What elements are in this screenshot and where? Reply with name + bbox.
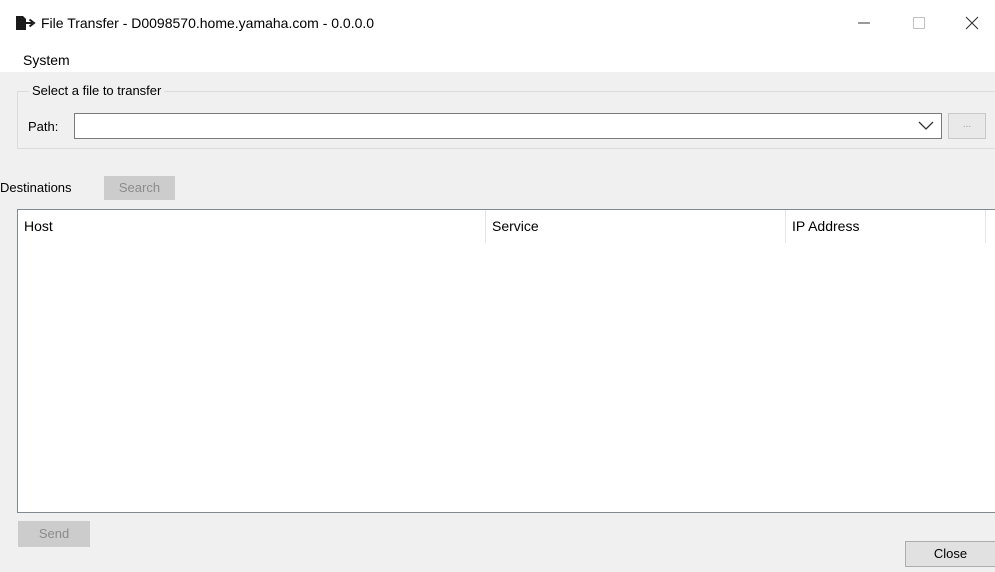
path-label: Path: — [28, 119, 59, 134]
browse-button[interactable]: ... — [948, 113, 986, 139]
path-combobox[interactable] — [74, 113, 942, 139]
file-transfer-icon — [15, 15, 37, 31]
search-button[interactable]: Search — [104, 176, 175, 200]
column-header-host[interactable]: Host — [18, 210, 486, 243]
minimize-icon — [858, 17, 870, 32]
file-select-group-title: Select a file to transfer — [29, 83, 165, 99]
maximize-button[interactable] — [896, 0, 942, 48]
menu-bar: System — [0, 48, 995, 72]
destinations-list[interactable]: Host Service IP Address — [17, 209, 995, 513]
chevron-down-icon[interactable] — [917, 118, 935, 134]
column-header-service[interactable]: Service — [486, 210, 786, 243]
menu-item-system[interactable]: System — [21, 51, 72, 69]
close-dialog-button[interactable]: Close — [905, 541, 995, 567]
title-bar: File Transfer - D0098570.home.yamaha.com… — [0, 0, 995, 48]
destinations-label: Destinations — [0, 180, 72, 195]
maximize-icon — [913, 16, 925, 32]
close-icon — [965, 16, 979, 33]
window-title: File Transfer - D0098570.home.yamaha.com… — [41, 15, 375, 31]
send-button[interactable]: Send — [18, 521, 90, 547]
minimize-button[interactable] — [841, 0, 887, 48]
close-button[interactable] — [949, 0, 995, 48]
column-header-ip-address[interactable]: IP Address — [786, 210, 986, 243]
